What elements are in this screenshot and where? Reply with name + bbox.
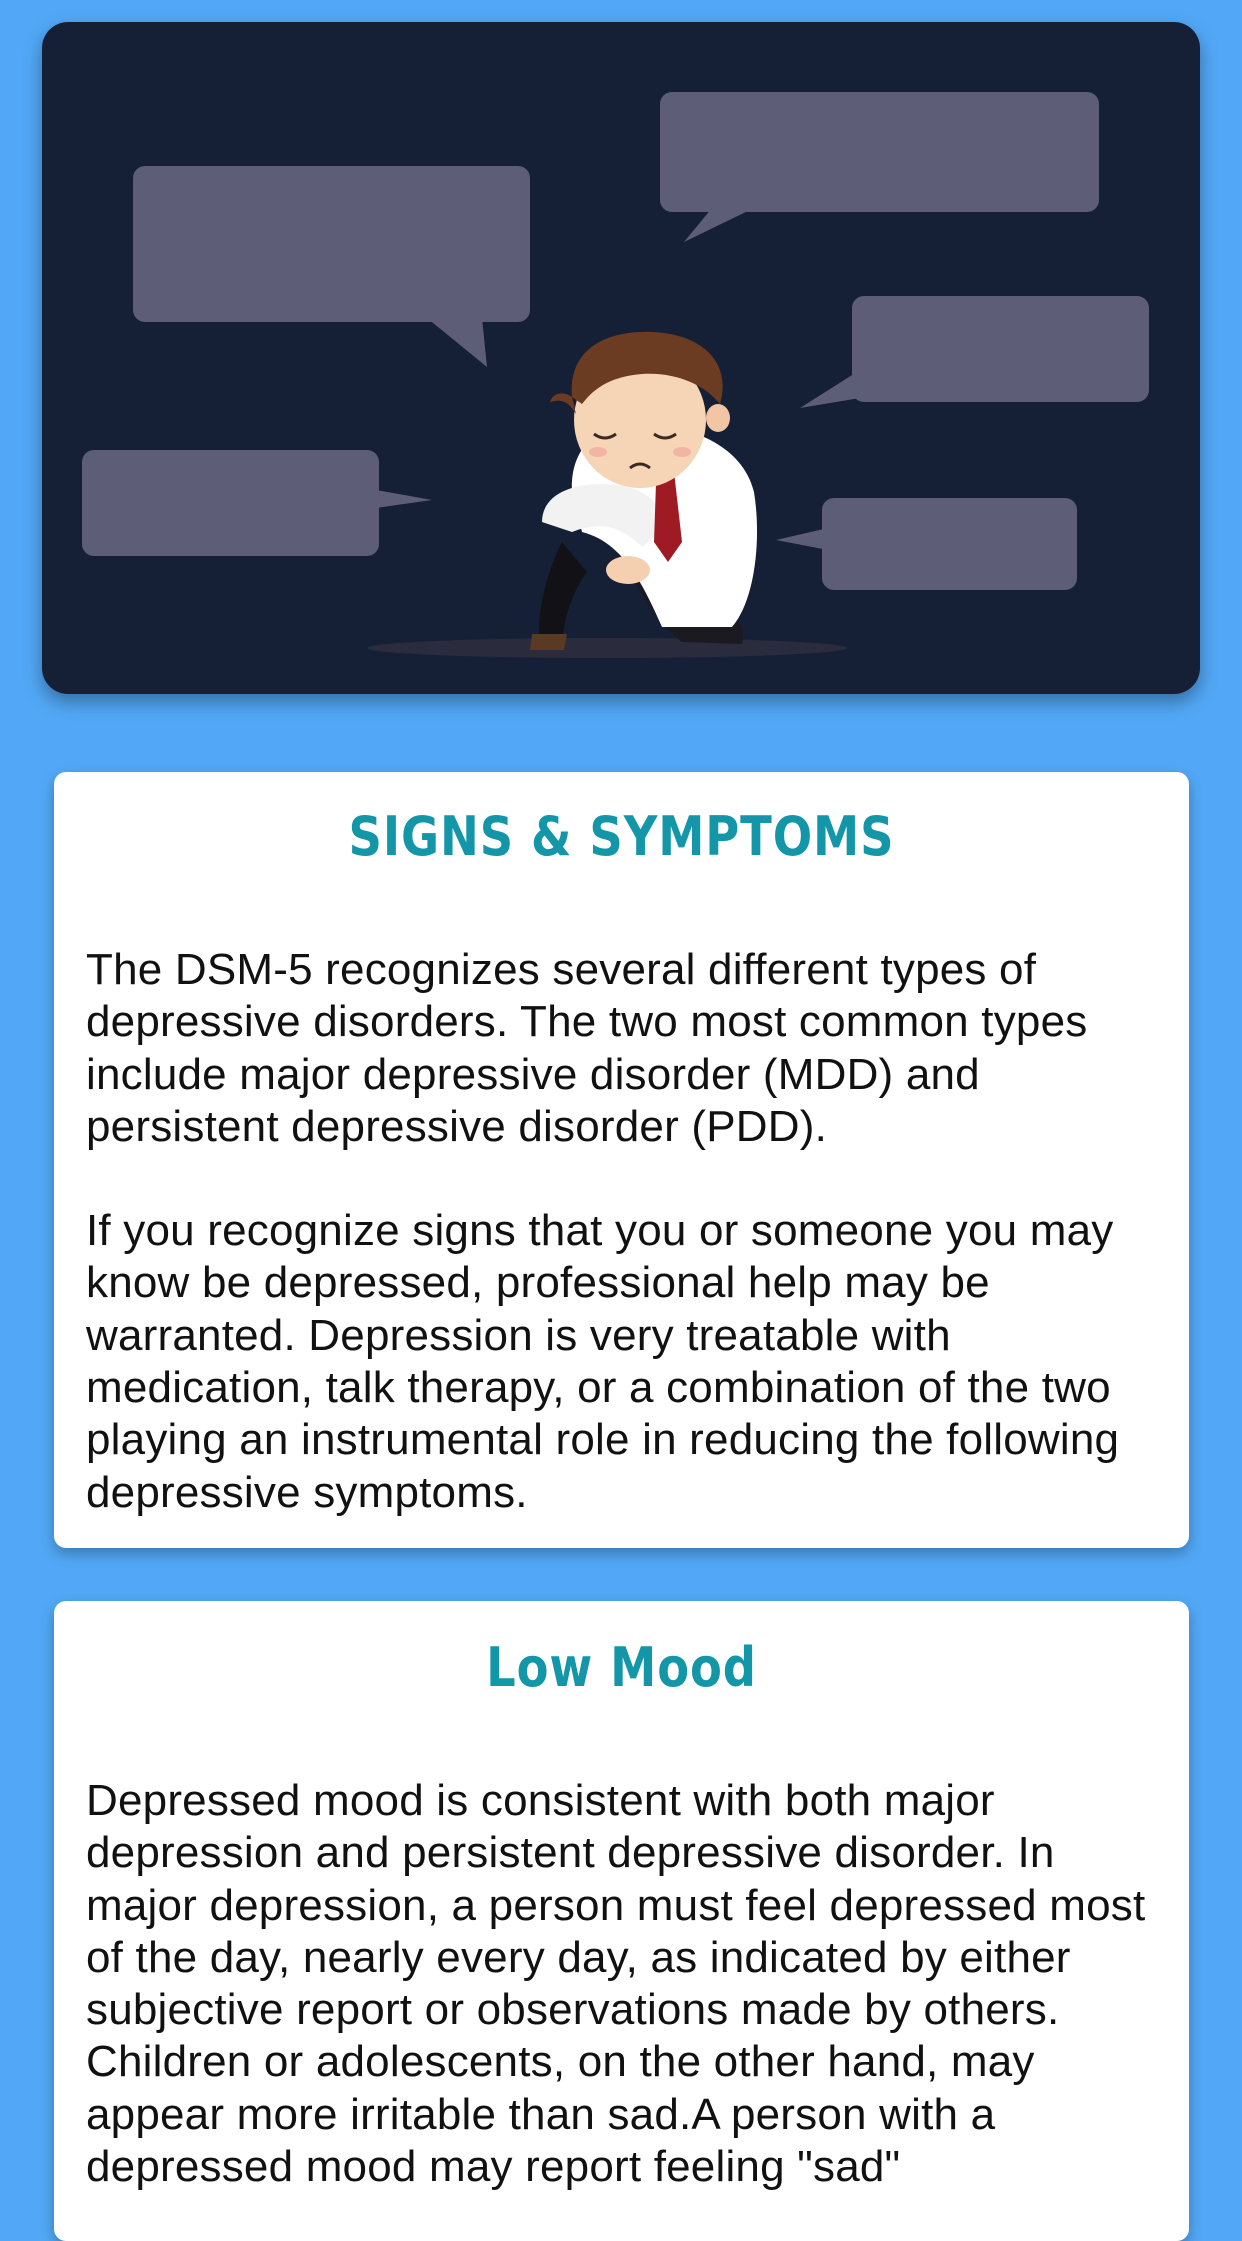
low-mood-card: Low Mood Depressed mood is consistent wi… bbox=[54, 1601, 1189, 2241]
sad-man-figure bbox=[530, 331, 758, 650]
depression-illustration bbox=[82, 92, 1149, 658]
signs-symptoms-card: SIGNS & SYMPTOMS The DSM-5 recognizes se… bbox=[54, 772, 1189, 1548]
section-paragraph: The DSM-5 recognizes several different t… bbox=[86, 945, 1088, 1151]
section-paragraph: Depressed mood is consistent with both m… bbox=[86, 1776, 1146, 2192]
section-title: SIGNS & SYMPTOMS bbox=[348, 805, 895, 868]
floor-shadow bbox=[367, 638, 847, 658]
section-paragraph: If you recognize signs that you or someo… bbox=[86, 1206, 1120, 1517]
section-title: Low Mood bbox=[486, 1636, 757, 1699]
hero-image bbox=[42, 22, 1200, 694]
